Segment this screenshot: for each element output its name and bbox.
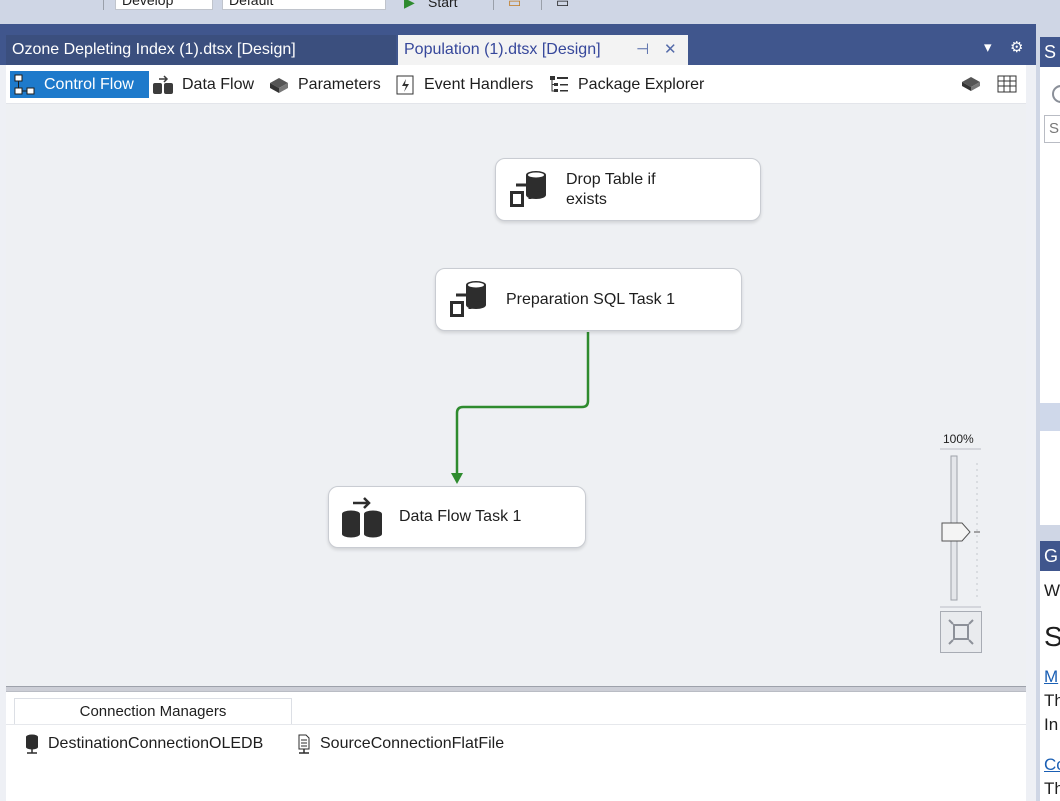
panel-text: Th xyxy=(1044,779,1060,798)
panel-heading: S xyxy=(1044,621,1060,652)
start-icon[interactable]: ▶ xyxy=(404,0,415,11)
task-drop-table-if-exists[interactable]: Drop Table if exists xyxy=(495,158,761,221)
tab-parameters[interactable]: Parameters xyxy=(264,71,387,98)
solution-configuration-dropdown[interactable]: Develop xyxy=(115,0,213,10)
panel-text: Th xyxy=(1044,691,1060,710)
tab-label: Parameters xyxy=(298,76,381,93)
tab-data-flow[interactable]: Data Flow xyxy=(148,71,260,98)
event-handlers-icon xyxy=(396,75,414,94)
getting-started-body: W S M Th In Co Th xyxy=(1040,571,1060,801)
close-icon[interactable]: ✕ xyxy=(664,35,677,65)
connection-destination-oledb[interactable]: DestinationConnectionOLEDB xyxy=(24,734,263,754)
connection-label: DestinationConnectionOLEDB xyxy=(48,735,264,752)
panel-link[interactable]: M xyxy=(1044,667,1058,687)
zoom-to-fit-button[interactable] xyxy=(940,611,982,653)
panel-link[interactable]: Co xyxy=(1044,755,1060,775)
attach-icon[interactable]: ▭ xyxy=(508,0,521,11)
designer-toolbar: Control Flow Data Flow Parameters Event … xyxy=(6,65,1026,104)
getting-started-header[interactable]: G xyxy=(1040,541,1060,571)
tab-package-explorer[interactable]: Package Explorer xyxy=(544,71,710,98)
tab-label: Ozone Depleting Index (1).dtsx [Design] xyxy=(12,41,296,58)
connection-managers-pane: Connection Managers DestinationConnectio… xyxy=(6,692,1026,801)
zoom-level-label: 100% xyxy=(943,432,974,446)
toolbar-separator xyxy=(493,0,494,10)
data-flow-icon xyxy=(153,74,173,94)
selected-item-highlight[interactable] xyxy=(1040,403,1060,431)
tab-label: Event Handlers xyxy=(424,76,534,93)
task-preparation-sql-task-1[interactable]: Preparation SQL Task 1 xyxy=(435,268,742,331)
tab-label: Data Flow xyxy=(182,76,255,93)
task-label-line: exists xyxy=(566,190,607,208)
right-docked-panel: S S G W S M Th In Co Th xyxy=(1036,24,1060,801)
zoom-slider-thumb[interactable] xyxy=(941,522,971,542)
task-data-flow-task-1[interactable]: Data Flow Task 1 xyxy=(328,486,586,548)
control-flow-icon xyxy=(14,74,35,94)
main-toolbar: Develop Default ▶ Start ▭ ▭ xyxy=(0,0,1060,24)
toolbox-grid-icon[interactable] xyxy=(996,73,1018,95)
document-tab-strip: Ozone Depleting Index (1).dtsx [Design] … xyxy=(0,24,1036,65)
panel-text: W xyxy=(1044,581,1060,600)
search-input[interactable]: S xyxy=(1044,115,1060,143)
tab-label: Control Flow xyxy=(44,76,134,93)
solution-platform-dropdown[interactable]: Default xyxy=(222,0,386,10)
data-flow-task-icon xyxy=(342,497,382,538)
package-explorer-icon xyxy=(550,75,568,92)
connection-source-flat-file[interactable]: SourceConnectionFlatFile xyxy=(296,734,504,754)
connection-managers-tab[interactable]: Connection Managers xyxy=(14,698,292,724)
database-connection-icon xyxy=(26,734,38,754)
tab-control-flow[interactable]: Control Flow xyxy=(10,71,149,98)
start-button[interactable]: Start xyxy=(428,0,458,10)
tab-event-handlers[interactable]: Event Handlers xyxy=(390,71,539,98)
solution-explorer-header[interactable]: S xyxy=(1040,37,1060,67)
pin-icon[interactable]: ⊣ xyxy=(636,35,649,65)
precedence-constraint-arrow[interactable] xyxy=(455,332,590,474)
home-icon[interactable] xyxy=(1052,85,1060,103)
execute-sql-task-icon xyxy=(450,280,486,317)
task-label: Drop Table if exists xyxy=(566,170,656,210)
task-label-line: Drop Table if xyxy=(566,170,656,188)
flat-file-connection-icon xyxy=(298,734,310,754)
tab-population[interactable]: Population (1).dtsx [Design] ⊣ ✕ xyxy=(398,35,688,65)
panel-text: In xyxy=(1044,715,1059,734)
connection-label: SourceConnectionFlatFile xyxy=(320,735,505,752)
divider xyxy=(6,724,1026,725)
layout-icon[interactable]: ▭ xyxy=(556,0,569,11)
solution-explorer-body: S xyxy=(1040,67,1060,525)
task-label: Preparation SQL Task 1 xyxy=(506,290,675,308)
tab-label: Package Explorer xyxy=(578,76,705,93)
execute-sql-task-icon xyxy=(510,170,546,207)
task-label: Data Flow Task 1 xyxy=(399,508,522,525)
toolbar-separator xyxy=(103,0,104,10)
arrowhead-icon xyxy=(451,473,463,484)
control-flow-canvas[interactable]: Drop Table if exists Preparation SQL Tas… xyxy=(6,104,1026,686)
tab-ozone-depleting-index[interactable]: Ozone Depleting Index (1).dtsx [Design] xyxy=(6,35,396,65)
gear-icon[interactable]: ⚙ xyxy=(1010,38,1023,56)
parameters-icon xyxy=(270,77,288,93)
variables-icon[interactable] xyxy=(960,73,982,95)
tab-list-dropdown-icon[interactable]: ▾ xyxy=(984,38,992,56)
toolbar-separator xyxy=(541,0,542,10)
tab-label: Population (1).dtsx [Design] xyxy=(404,41,601,58)
